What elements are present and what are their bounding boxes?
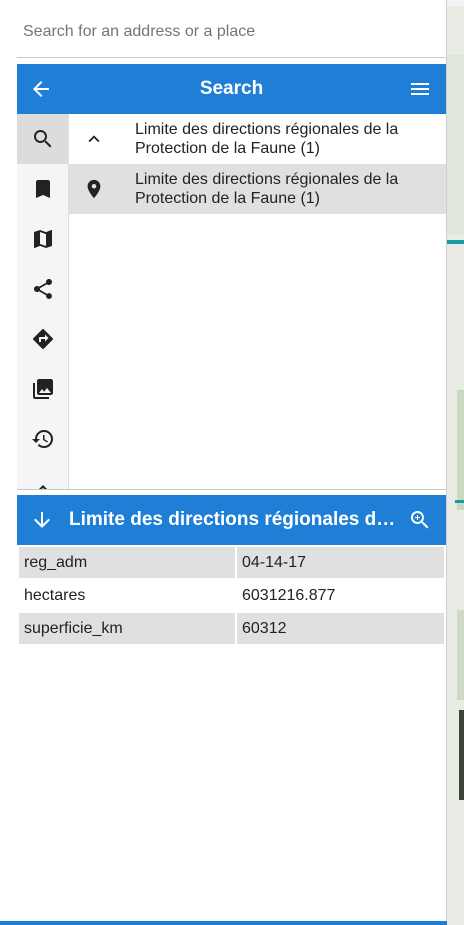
attribute-value: 04-14-17 — [237, 547, 444, 578]
place-icon — [87, 179, 101, 199]
bookmark-icon — [36, 180, 50, 198]
attribute-value: 60312 — [237, 613, 444, 644]
map-boundary-line — [455, 500, 464, 503]
history-icon — [32, 430, 53, 448]
attribute-key: reg_adm — [19, 547, 235, 578]
search-input[interactable] — [17, 14, 446, 50]
sidebar-item-history[interactable] — [17, 414, 68, 464]
sidebar-item-gallery[interactable] — [17, 364, 68, 414]
search-header: Search — [17, 64, 446, 114]
arrow-back-icon[interactable] — [29, 77, 53, 101]
result-item[interactable]: Limite des directions régionales de la P… — [69, 164, 446, 214]
detail-title: Limite des directions régionales de la P… — [69, 509, 404, 530]
chevron-up-icon — [88, 135, 100, 143]
map-tile — [459, 710, 464, 800]
attribute-key: hectares — [24, 587, 86, 604]
panel-divider[interactable] — [17, 489, 446, 490]
table-row: hectares 6031216.877 — [19, 580, 444, 611]
search-bar — [17, 0, 446, 58]
attribute-key: superficie_km — [19, 613, 235, 644]
image-gallery-icon — [33, 379, 53, 399]
sidebar-item-directions[interactable] — [17, 314, 68, 364]
search-icon — [34, 130, 52, 148]
map-boundary-line — [447, 240, 464, 244]
sidebar-item-bookmarks[interactable] — [17, 164, 68, 214]
table-row: superficie_km 60312 — [19, 613, 444, 644]
header-title: Search — [199, 78, 264, 99]
result-item-label: Limite des directions régionales de la P… — [135, 171, 399, 207]
bottom-accent-bar — [0, 921, 447, 925]
result-group-header[interactable]: Limite des directions régionales de la P… — [69, 114, 446, 164]
side-panel: Search for an address or a place Search … — [0, 0, 447, 925]
map-tile — [457, 390, 464, 510]
detail-header: Limite des directions régionales de la P… — [17, 495, 446, 545]
chevron-up-icon — [39, 485, 47, 489]
map-tile — [447, 0, 464, 6]
map-tile — [447, 55, 464, 235]
menu-icon[interactable] — [408, 77, 432, 101]
search-results: Limite des directions régionales de la P… — [69, 114, 446, 489]
result-group-label: Limite des directions régionales de la P… — [135, 121, 399, 157]
sidebar-item-search[interactable] — [17, 114, 68, 164]
tool-sidebar — [17, 114, 69, 489]
map-view[interactable] — [447, 0, 464, 925]
sidebar-item-more[interactable] — [17, 464, 68, 489]
table-row: reg_adm 04-14-17 — [19, 547, 444, 578]
map-icon — [34, 230, 52, 248]
arrow-down-icon[interactable] — [30, 508, 54, 532]
sidebar-item-share[interactable] — [17, 264, 68, 314]
map-tile — [457, 610, 464, 700]
share-icon — [34, 279, 52, 299]
sidebar-item-map[interactable] — [17, 214, 68, 264]
zoom-in-icon[interactable] — [408, 508, 432, 532]
attribute-value: 6031216.877 — [242, 587, 336, 604]
directions-icon — [33, 328, 54, 349]
